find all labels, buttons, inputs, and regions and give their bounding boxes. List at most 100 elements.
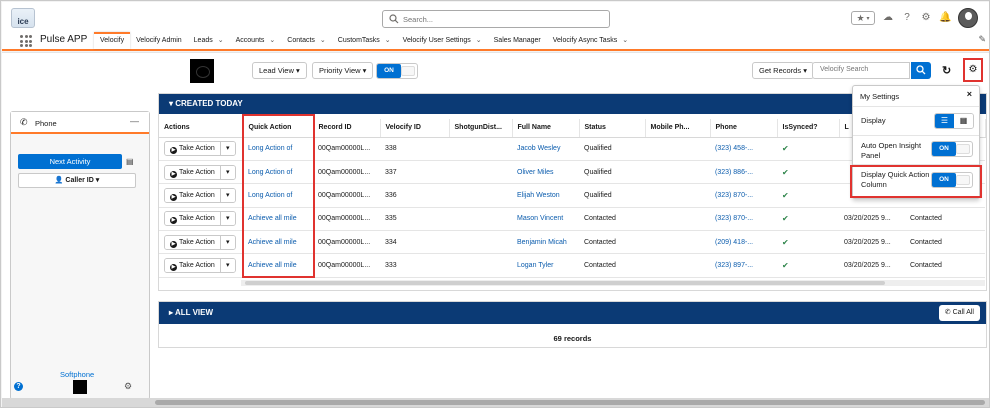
chevron-down-icon[interactable]: ⌄ [269, 37, 275, 44]
call-all-button[interactable]: ✆ Call All [938, 305, 980, 321]
chevron-down-icon[interactable]: ⌄ [385, 37, 391, 44]
gear-icon[interactable]: ⚙ [920, 12, 932, 24]
favorites-button[interactable]: ★ ▾ [851, 11, 875, 25]
avatar[interactable] [958, 8, 978, 28]
nav-item-sales-manager[interactable]: Sales Manager [488, 32, 547, 49]
chevron-down-icon[interactable]: ⌄ [622, 37, 628, 44]
gear-icon[interactable]: ⚙ [124, 381, 132, 392]
record-id-cell: 00Qam00000L... [313, 230, 380, 255]
chevron-down-icon[interactable]: ⌄ [320, 37, 326, 44]
column-header[interactable]: Record ID [313, 119, 381, 138]
chevron-down-icon: ▾ [866, 15, 870, 22]
nav-item-customtasks[interactable]: CustomTasks ⌄ [332, 32, 397, 49]
column-header[interactable]: Mobile Ph... [645, 119, 711, 138]
nav-item-velocify-admin[interactable]: Velocify Admin [130, 32, 188, 49]
header-icons: ★ ▾ ☁ ? ⚙ 🔔 [851, 8, 978, 28]
nav-item-velocify-async-tasks[interactable]: Velocify Async Tasks ⌄ [547, 32, 634, 49]
view-toggle[interactable]: ON [376, 63, 418, 79]
full-name-link[interactable]: Oliver Miles [512, 160, 579, 185]
synced-check-icon: ✔ [777, 253, 839, 278]
softphone-widget[interactable] [73, 380, 87, 394]
search-icon [916, 65, 926, 75]
chevron-down-icon[interactable]: ⌄ [218, 37, 224, 44]
horizontal-scrollbar[interactable] [241, 280, 985, 286]
chevron-down-icon[interactable]: ▾ [220, 235, 235, 249]
app-launcher-icon[interactable] [20, 35, 32, 47]
nav-item-accounts[interactable]: Accounts ⌄ [230, 32, 282, 49]
chat-icon[interactable]: ▤ [126, 157, 134, 166]
help-icon[interactable]: ? [14, 382, 23, 391]
take-action-button[interactable]: ▶ Take Action ▾ [164, 258, 236, 274]
synced-check-icon: ✔ [777, 137, 839, 161]
refresh-icon[interactable]: ↻ [942, 64, 951, 77]
priority-view-dropdown[interactable]: Priority View ▾ [312, 62, 374, 79]
edit-nav-icon[interactable]: ✎ [978, 34, 986, 45]
full-name-link[interactable]: Mason Vincent [512, 207, 579, 232]
take-action-button[interactable]: ▶ Take Action ▾ [164, 141, 236, 157]
toggle-on-label: ON [377, 64, 401, 78]
take-action-button[interactable]: ▶ Take Action ▾ [164, 187, 236, 203]
status-cell: Qualified [579, 183, 645, 208]
app-nav-bar: Pulse APP Velocify Velocify Admin Leads ⌄… [2, 32, 989, 51]
chevron-down-icon[interactable]: ▾ [220, 142, 235, 156]
lead-view-dropdown[interactable]: Lead View ▾ [252, 62, 307, 79]
chevron-down-icon[interactable]: ▾ [220, 259, 235, 273]
close-icon[interactable]: × [967, 89, 972, 99]
actions-cell: ▶ Take Action ▾ [159, 230, 243, 255]
synced-check-icon: ✔ [777, 207, 839, 232]
auto-open-toggle[interactable]: ON [931, 141, 973, 157]
column-header[interactable]: ShotgunDist... [449, 119, 513, 138]
column-header[interactable]: Full Name [512, 119, 580, 138]
velocify-id-cell: 337 [380, 160, 449, 185]
full-name-link[interactable]: Logan Tyler [512, 253, 579, 278]
phone-link[interactable]: (209) 418-... [710, 230, 777, 255]
phone-link[interactable]: (323) 897-... [710, 253, 777, 278]
records-count: 69 records [553, 334, 592, 343]
shotgun-cell [449, 230, 512, 255]
play-icon: ▶ [170, 240, 177, 248]
column-header[interactable]: Phone [710, 119, 778, 138]
bell-icon[interactable]: 🔔 [939, 12, 951, 24]
phone-link[interactable]: (323) 870-... [710, 183, 777, 208]
column-header[interactable]: Actions [159, 119, 244, 138]
phone-link[interactable]: (323) 870-... [710, 207, 777, 232]
velocify-id-cell: 338 [380, 137, 449, 161]
nav-item-velocify[interactable]: Velocify [94, 32, 131, 49]
get-records-dropdown[interactable]: Get Records ▾ [752, 62, 814, 79]
chevron-down-icon[interactable]: ⌄ [476, 37, 482, 44]
all-view-header[interactable]: ▸ ALL VIEW ✆ Call All [159, 302, 986, 324]
actions-cell: ▶ Take Action ▾ [159, 207, 243, 232]
full-name-link[interactable]: Benjamin Micah [512, 230, 579, 255]
grid-view-icon[interactable]: ▦ [954, 114, 973, 128]
full-name-link[interactable]: Elijah Weston [512, 183, 579, 208]
take-action-button[interactable]: ▶ Take Action ▾ [164, 211, 236, 227]
minimize-button[interactable]: — [130, 116, 139, 126]
take-action-button[interactable]: ▶ Take Action ▾ [164, 164, 236, 180]
global-search-input[interactable]: Search... [382, 10, 610, 28]
page-horizontal-scrollbar[interactable] [2, 398, 989, 407]
app-frame: ice Search... ★ ▾ ☁ ? ⚙ 🔔 Pulse APP Veloc… [0, 0, 990, 408]
velocify-search-input[interactable]: Velocify Search [812, 62, 910, 79]
cloud-icon[interactable]: ☁ [882, 12, 894, 24]
column-header[interactable]: Status [579, 119, 646, 138]
chevron-down-icon[interactable]: ▾ [220, 188, 235, 202]
take-action-button[interactable]: ▶ Take Action ▾ [164, 234, 236, 250]
chevron-down-icon[interactable]: ▾ [220, 212, 235, 226]
phone-link[interactable]: (323) 458-... [710, 137, 777, 161]
next-activity-button[interactable]: Next Activity [18, 154, 122, 169]
help-icon[interactable]: ? [901, 12, 913, 24]
column-header[interactable]: IsSynced? [777, 119, 840, 138]
nav-item-velocify-user-settings[interactable]: Velocify User Settings ⌄ [397, 32, 488, 49]
full-name-link[interactable]: Jacob Wesley [512, 137, 579, 161]
velocify-search-button[interactable] [911, 62, 931, 79]
toggle-knob [956, 144, 970, 154]
nav-item-leads[interactable]: Leads ⌄ [188, 32, 230, 49]
column-header[interactable]: Velocify ID [380, 119, 450, 138]
caller-id-dropdown[interactable]: 👤 Caller ID ▾ [18, 173, 136, 188]
chevron-down-icon[interactable]: ▾ [220, 165, 235, 179]
phone-link[interactable]: (323) 886-... [710, 160, 777, 185]
list-view-icon[interactable]: ☰ [935, 114, 954, 128]
shotgun-cell [449, 183, 512, 208]
nav-item-contacts[interactable]: Contacts ⌄ [281, 32, 332, 49]
status2-cell: Contacted [905, 253, 955, 278]
